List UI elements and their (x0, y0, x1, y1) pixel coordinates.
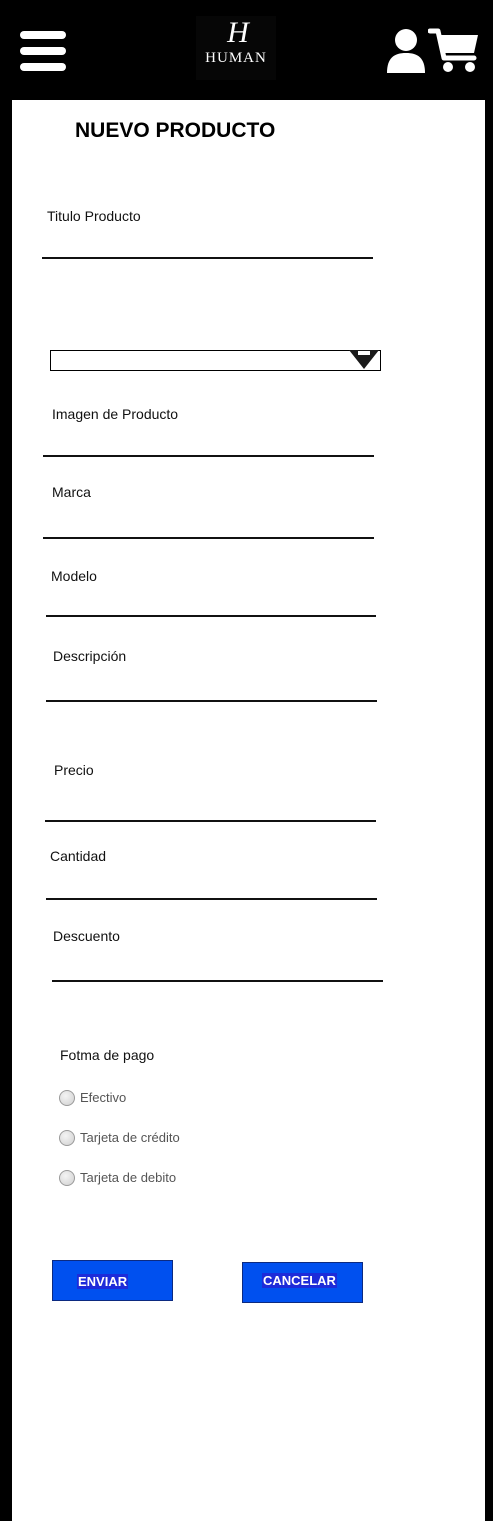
cantidad-input[interactable] (46, 898, 377, 900)
chevron-down-icon[interactable] (347, 348, 381, 370)
precio-label: Precio (54, 762, 94, 778)
radio-button[interactable] (59, 1170, 75, 1186)
modelo-label: Modelo (51, 568, 97, 584)
payment-method-label: Fotma de pago (60, 1047, 155, 1063)
cart-icon[interactable] (428, 26, 480, 74)
top-navigation-bar: H HUMAN (0, 0, 493, 100)
radio-label: Tarjeta de crédito (80, 1130, 180, 1145)
brand-logo[interactable]: H HUMAN (196, 16, 276, 80)
cantidad-label: Cantidad (50, 848, 107, 864)
menu-icon[interactable] (20, 31, 66, 71)
modelo-input[interactable] (46, 615, 376, 617)
submit-button[interactable]: ENVIAR (52, 1260, 173, 1301)
marca-input[interactable] (43, 537, 374, 539)
titulo-producto-input[interactable] (42, 257, 373, 259)
imagen-producto-label: Imagen de Producto (52, 406, 179, 422)
marca-label: Marca (52, 484, 91, 500)
precio-input[interactable] (45, 820, 376, 822)
radio-label: Tarjeta de debito (80, 1170, 177, 1185)
descuento-input[interactable] (52, 980, 383, 982)
descripcion-input[interactable] (46, 700, 377, 702)
titulo-producto-label: Titulo Producto (47, 208, 141, 224)
radio-button[interactable] (59, 1130, 75, 1146)
submit-button-label: ENVIAR (77, 1274, 129, 1289)
logo-text: HUMAN (205, 50, 267, 66)
descripcion-label: Descripción (53, 648, 127, 664)
user-icon[interactable] (386, 28, 426, 74)
cancel-button[interactable]: CANCELAR (242, 1262, 363, 1303)
logo-mark: H (227, 16, 249, 49)
radio-label: Efectivo (80, 1090, 127, 1105)
imagen-producto-input[interactable] (43, 455, 374, 457)
form-panel (12, 100, 485, 1521)
page-title: NUEVO PRODUCTO (75, 119, 276, 142)
radio-button[interactable] (59, 1090, 75, 1106)
descuento-label: Descuento (53, 928, 120, 944)
cancel-button-label: CANCELAR (262, 1273, 337, 1288)
category-select[interactable] (50, 350, 381, 371)
